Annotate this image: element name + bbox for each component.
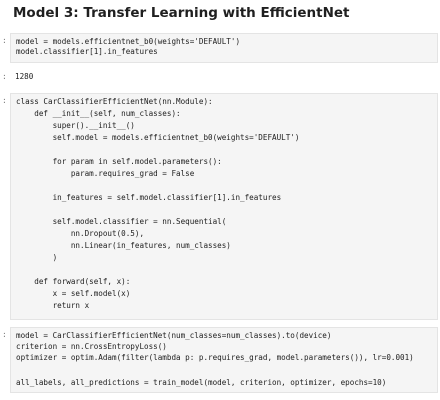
code-line: in_features = self.model.classifier[1].i… (16, 193, 282, 202)
cell-prompt: : (2, 36, 7, 45)
code-line: optimizer = optim.Adam(filter(lambda p: … (16, 353, 414, 362)
code-editor[interactable]: model = models.efficientnet_b0(weights='… (10, 33, 438, 63)
section-heading: Model 3: Transfer Learning with Efficien… (13, 5, 350, 21)
code-line: self.model.classifier = nn.Sequential( (16, 217, 227, 226)
code-cell-2[interactable]: : class CarClassifierEfficientNet(nn.Mod… (0, 93, 440, 320)
cell-prompt: : (2, 72, 7, 81)
code-line: ) (16, 253, 58, 262)
code-cell-3[interactable]: : model = CarClassifierEfficientNet(num_… (0, 327, 440, 393)
code-line: nn.Dropout(0.5), (16, 229, 145, 238)
cell-prompt: : (2, 330, 7, 339)
code-line: super().__init__() (16, 121, 135, 130)
code-line: self.model = models.efficientnet_b0(weig… (16, 133, 300, 142)
code-line: def forward(self, x): (16, 277, 131, 286)
code-line: model = CarClassifierEfficientNet(num_cl… (16, 331, 332, 340)
code-line: model = models.efficientnet_b0(weights='… (16, 37, 241, 46)
code-line: param.requires_grad = False (16, 169, 195, 178)
code-cell-1[interactable]: : model = models.efficientnet_b0(weights… (0, 33, 440, 63)
code-line: model.classifier[1].in_features (16, 47, 158, 56)
code-line: criterion = nn.CrossEntropyLoss() (16, 342, 167, 351)
code-line: def __init__(self, num_classes): (16, 109, 181, 118)
code-line: for param in self.model.parameters(): (16, 157, 222, 166)
cell-prompt: : (2, 96, 7, 105)
code-line: x = self.model(x) (16, 289, 131, 298)
code-editor[interactable]: class CarClassifierEfficientNet(nn.Modul… (10, 93, 438, 320)
output-cell: : 1280 (0, 69, 440, 85)
code-line: all_labels, all_predictions = train_mode… (16, 378, 387, 387)
code-line: return x (16, 301, 90, 310)
code-editor[interactable]: model = CarClassifierEfficientNet(num_cl… (10, 327, 438, 393)
code-line: class CarClassifierEfficientNet(nn.Modul… (16, 97, 213, 106)
code-line: nn.Linear(in_features, num_classes) (16, 241, 231, 250)
output-text: 1280 (15, 72, 34, 81)
